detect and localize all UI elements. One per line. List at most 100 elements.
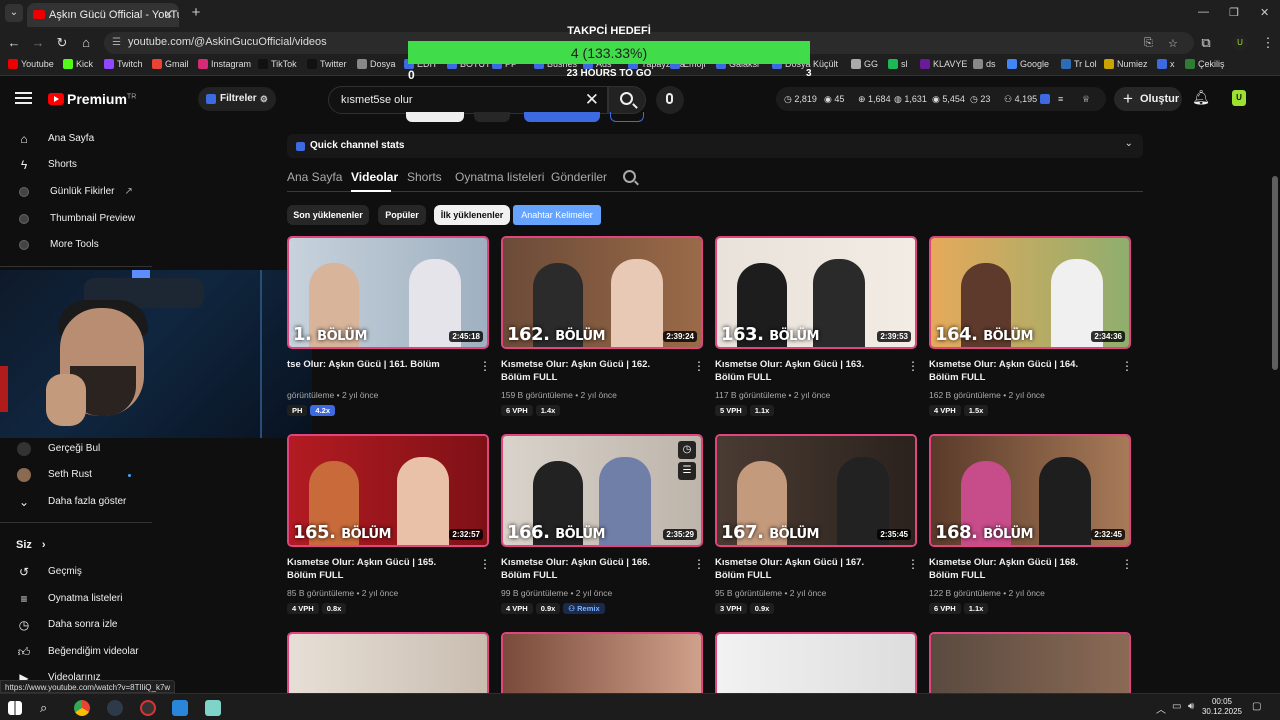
chrome-menu-icon[interactable]: ⋮ (1258, 33, 1278, 53)
video-thumbnail[interactable] (501, 632, 703, 693)
bookmark-17[interactable]: GG (851, 59, 878, 69)
video-title[interactable]: Kısmetse Olur: Aşkın Gücü | 166. Bölüm F… (501, 556, 681, 582)
forward-icon[interactable]: → (28, 33, 48, 53)
video-thumbnail[interactable]: 166. BÖLÜM 2:35:29 ◷ ☰ (501, 434, 703, 547)
video-thumbnail[interactable] (715, 632, 917, 693)
video-card[interactable]: 167. BÖLÜM 2:35:45 Kısmetse Olur: Aşkın Gü… (715, 434, 919, 624)
remix-badge[interactable]: ⚇ Remix (563, 603, 605, 614)
sidebar-sub-gercegi-bul[interactable]: Gerçeği Bul (0, 436, 152, 462)
chevron-down-icon[interactable]: ⌄ (1125, 138, 1133, 149)
bookmark-23[interactable]: Numiez (1104, 59, 1148, 69)
bookmark-19[interactable]: KLAVYE (920, 59, 967, 69)
more-options-icon[interactable]: ⋮ (479, 558, 491, 572)
bookmark-20[interactable]: ds (973, 59, 996, 69)
window-close-icon[interactable]: ✕ (1260, 6, 1269, 19)
video-thumbnail[interactable]: 162. BÖLÜM 2:39:24 (501, 236, 703, 349)
bookmark-22[interactable]: Tr Lol (1061, 59, 1097, 69)
windows-start-icon[interactable] (8, 701, 22, 715)
search-input[interactable]: kısmet5se olur ✕ (328, 86, 608, 114)
notifications-icon[interactable]: ▢ (1252, 701, 1261, 712)
notes-taskbar-icon[interactable] (205, 700, 221, 716)
award-icon[interactable]: ♕ (1082, 87, 1090, 111)
video-title[interactable]: Kısmetse Olur: Aşkın Gücü | 167. Bölüm F… (715, 556, 895, 582)
quick-channel-stats-bar[interactable]: Quick channel stats ⌄ (287, 134, 1143, 158)
extension-icon[interactable] (1040, 94, 1050, 104)
install-app-icon[interactable]: ⎘ (1144, 37, 1153, 50)
sidebar-show-more[interactable]: ⌄ Daha fazla göster (0, 489, 152, 515)
sidebar-item-playlists[interactable]: ≡ Oynatma listeleri (0, 586, 152, 612)
video-thumbnail[interactable]: 167. BÖLÜM 2:35:45 (715, 434, 917, 547)
watch-later-icon[interactable]: ◷ (678, 441, 696, 459)
sidebar-item-liked-videos[interactable]: 👍︎ Beğendiğim videolar (0, 639, 152, 665)
chip-latest[interactable]: Son yüklenenler (287, 205, 369, 225)
notifications-bell-icon[interactable]: 🔔︎ (1192, 89, 1210, 107)
channel-search-icon[interactable] (623, 170, 636, 183)
bookmark-24[interactable]: x (1157, 59, 1175, 69)
chip-popular[interactable]: Popüler (378, 205, 426, 225)
video-thumbnail[interactable] (287, 632, 489, 693)
tab-playlists[interactable]: Oynatma listeleri (455, 170, 544, 184)
sidebar-item-shorts[interactable]: ϟ Shorts (0, 152, 152, 178)
avatar[interactable]: U (1232, 90, 1246, 106)
tab-shorts[interactable]: Shorts (407, 170, 442, 184)
bookmark-3[interactable]: Gmail (152, 59, 189, 69)
filters-button[interactable]: Filtreler ⚙ (198, 87, 276, 111)
sidebar-item-watch-later[interactable]: ◷ Daha sonra izle (0, 612, 152, 638)
video-title[interactable]: Kısmetse Olur: Aşkın Gücü | 168. Bölüm F… (929, 556, 1109, 582)
bookmark-7[interactable]: Dosya (357, 59, 396, 69)
search-query[interactable]: kısmet5se olur (341, 94, 413, 106)
video-card[interactable]: 1. BÖLÜM 2:45:18 tse Olur: Aşkın Gücü | 16… (287, 236, 491, 426)
home-icon[interactable]: ⌂ (76, 33, 96, 53)
video-card[interactable]: 165. BÖLÜM 2:32:57 Kısmetse Olur: Aşkın Gü… (287, 434, 491, 624)
sidebar-you-header[interactable]: Siz › (0, 532, 152, 558)
bookmark-18[interactable]: sl (888, 59, 908, 69)
bookmark-6[interactable]: Twitter (307, 59, 347, 69)
page-scrollbar[interactable] (1272, 176, 1278, 370)
video-card[interactable]: 166. BÖLÜM 2:35:29 ◷ ☰ Kısmetse Olur: Aşkın … (501, 434, 705, 624)
tab-home[interactable]: Ana Sayfa (287, 170, 342, 184)
video-thumbnail[interactable]: 165. BÖLÜM 2:32:57 (287, 434, 489, 547)
menu-icon[interactable] (15, 92, 32, 104)
sidebar-item-daily-ideas[interactable]: Günlük Fikirler ↗ (0, 179, 152, 205)
video-thumbnail[interactable]: 168. BÖLÜM 2:32:45 (929, 434, 1131, 547)
tab-search-button[interactable]: ⌄ (5, 4, 23, 22)
reload-icon[interactable]: ↻ (52, 33, 72, 53)
tab-videos[interactable]: Videolar (351, 170, 398, 184)
site-info-icon[interactable]: ☰ (112, 37, 124, 49)
video-title[interactable]: Kısmetse Olur: Aşkın Gücü | 165. Bölüm F… (287, 556, 467, 582)
video-card[interactable]: 163. BÖLÜM 2:39:53 Kısmetse Olur: Aşkın Gü… (715, 236, 919, 426)
taskbar-clock[interactable]: 00:05 30.12.2025 (1200, 697, 1244, 717)
browser-tab[interactable]: Aşkın Gücü Official - YouTube ✕ (27, 3, 179, 27)
video-title[interactable]: Kısmetse Olur: Aşkın Gücü | 163. Bölüm F… (715, 358, 895, 384)
volume-icon[interactable]: 🔊︎ (1188, 701, 1194, 712)
bookmark-2[interactable]: Twitch (104, 59, 143, 69)
more-options-icon[interactable]: ⋮ (693, 558, 705, 572)
video-thumbnail[interactable]: 164. BÖLÜM 2:34:36 (929, 236, 1131, 349)
more-options-icon[interactable]: ⋮ (693, 360, 705, 374)
back-icon[interactable]: ← (4, 33, 24, 53)
more-options-icon[interactable]: ⋮ (479, 360, 491, 374)
add-to-queue-icon[interactable]: ☰ (678, 462, 696, 480)
list-icon[interactable]: ≡ (1058, 87, 1063, 111)
video-title[interactable]: tse Olur: Aşkın Gücü | 161. Bölüm (287, 358, 467, 371)
tray-chevron-icon[interactable]: ︿ (1156, 701, 1166, 716)
bookmark-0[interactable]: Youtube (8, 59, 54, 69)
video-title[interactable]: Kısmetse Olur: Aşkın Gücü | 162. Bölüm F… (501, 358, 681, 384)
video-card[interactable]: 164. BÖLÜM 2:34:36 Kısmetse Olur: Aşkın Gü… (929, 236, 1133, 426)
network-icon[interactable]: ▭ (1172, 701, 1181, 712)
video-card[interactable]: 168. BÖLÜM 2:32:45 Kısmetse Olur: Aşkın Gü… (929, 434, 1133, 624)
video-thumbnail[interactable]: 163. BÖLÜM 2:39:53 (715, 236, 917, 349)
sidebar-item-home[interactable]: ⌂ Ana Sayfa (0, 126, 152, 152)
create-button[interactable]: + Oluştur (1114, 87, 1182, 111)
minimize-icon[interactable]: — (1198, 6, 1209, 18)
video-thumbnail[interactable] (929, 632, 1131, 693)
bookmark-5[interactable]: TikTok (258, 59, 297, 69)
sidebar-item-thumbnail-preview[interactable]: Thumbnail Preview (0, 206, 152, 232)
chip-oldest[interactable]: İlk yüklenenler (434, 205, 510, 225)
obs-taskbar-icon[interactable] (140, 700, 156, 716)
voice-search-button[interactable] (656, 86, 684, 114)
more-options-icon[interactable]: ⋮ (1121, 558, 1133, 572)
bookmark-1[interactable]: Kick (63, 59, 93, 69)
more-options-icon[interactable]: ⋮ (1121, 360, 1133, 374)
search-button[interactable] (608, 86, 646, 114)
